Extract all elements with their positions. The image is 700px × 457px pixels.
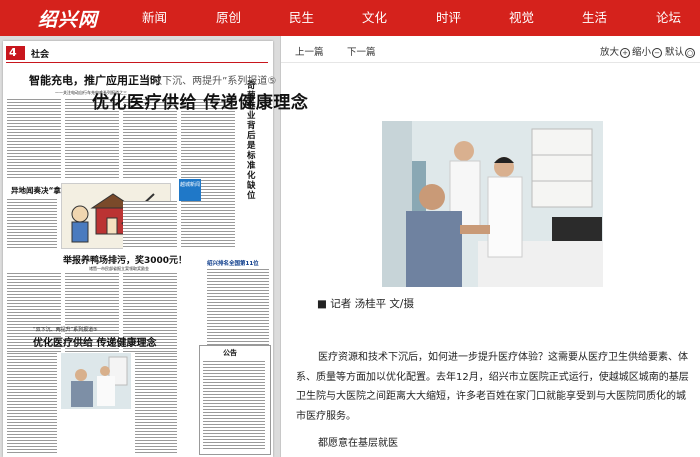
default-size-button[interactable]: 默认 ○ — [665, 44, 696, 58]
nav-news[interactable]: 新闻 — [142, 0, 167, 36]
nav-commentary[interactable]: 时评 — [436, 0, 461, 36]
text-column — [207, 269, 269, 345]
article-photo[interactable] — [382, 121, 603, 287]
paper-story-3: 举报养鸭场排污，奖3000元！ — [63, 256, 188, 266]
site-logo[interactable]: 绍兴网 — [38, 5, 98, 32]
paper-notice-title: 公告 — [223, 349, 237, 357]
article-title: 优化医疗供给 传递健康理念 — [92, 93, 309, 113]
news-badge: 越城新闻 — [179, 179, 201, 201]
text-column — [123, 201, 177, 249]
article-toolbar: 上一篇 下一篇 放大 + 缩小 − 默认 ○ — [281, 36, 700, 63]
article-paragraph-1: 医疗资源和技术下沉后，如何进一步提升医疗体验？这需要从医疗卫生供给要素、体系、质… — [296, 352, 689, 422]
paper-headline-1: 智能充电，推广应用正当时 — [29, 74, 161, 87]
text-column — [181, 99, 235, 249]
zoom-out-label: 缩小 — [632, 47, 652, 58]
paper-article-photo — [61, 353, 131, 409]
nav-culture[interactable]: 文化 — [362, 0, 387, 36]
paper-story-3-sub: 诸暨一市民部省报立案领取奖励金 — [89, 266, 149, 271]
article-series-label: “双下沉、两提升”系列报道⑤ — [147, 76, 277, 87]
text-column — [7, 353, 57, 453]
article-photo-drawing — [382, 121, 603, 287]
next-article-link[interactable]: 下一篇 — [347, 44, 376, 58]
article-byline: ■ 记者 汤桂平 文/摄 — [317, 298, 414, 310]
nav-original[interactable]: 原创 — [216, 0, 241, 36]
paper-photo-drawing — [61, 353, 131, 409]
article-paragraph-2: 都愿意在基层就医 — [318, 438, 398, 449]
prev-article-link[interactable]: 上一篇 — [295, 44, 324, 58]
paper-series-label: “双下沉、两提升”系列报道⑤ — [33, 327, 98, 333]
text-column — [203, 361, 265, 449]
nav-visual[interactable]: 视觉 — [509, 0, 534, 36]
page-number: 4 — [9, 46, 17, 59]
text-column — [7, 99, 61, 179]
default-size-label: 默认 — [665, 47, 685, 58]
zoom-in-label: 放大 — [600, 47, 620, 58]
paper-ranking: 绍兴排名全国第11位 — [207, 261, 259, 267]
zoom-out-button[interactable]: 缩小 − — [632, 44, 663, 58]
nav-forum[interactable]: 论坛 — [656, 0, 681, 36]
nav-life[interactable]: 生活 — [582, 0, 607, 36]
masthead-rule — [6, 62, 268, 63]
text-column — [135, 353, 177, 453]
plus-icon: + — [620, 47, 631, 58]
section-name: 社会 — [31, 50, 50, 60]
reset-icon: ○ — [685, 47, 696, 58]
nav-livelihood[interactable]: 民生 — [289, 0, 314, 36]
text-column — [7, 199, 57, 249]
minus-icon: − — [652, 47, 663, 58]
zoom-in-button[interactable]: 放大 + — [600, 44, 631, 58]
paper-headline-2: 优化医疗供给 传递健康理念 — [33, 338, 157, 349]
top-nav-bar: 绍兴网 新闻 原创 民生 文化 时评 视觉 生活 论坛 — [0, 0, 700, 36]
